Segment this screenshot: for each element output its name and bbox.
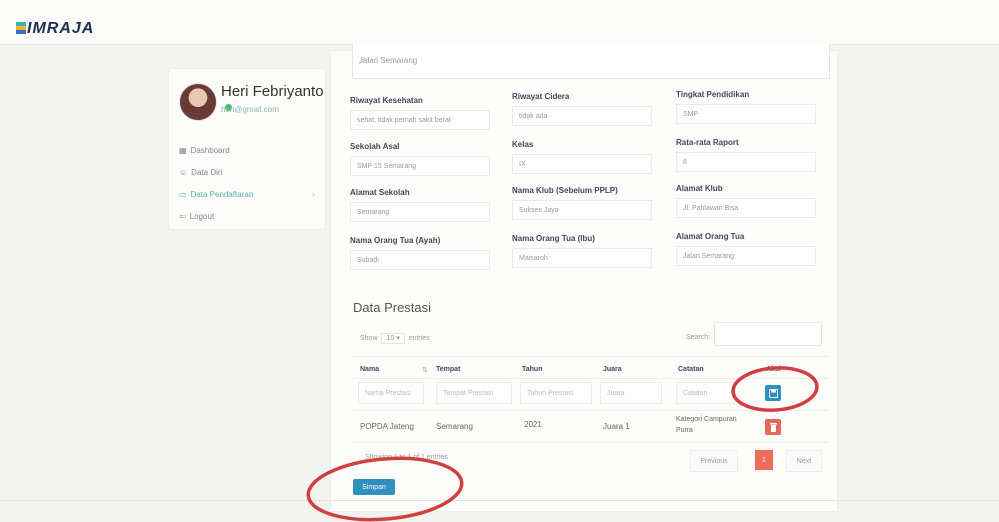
save-icon xyxy=(768,388,778,398)
sidebar-item-logout[interactable]: ⇦ Logout xyxy=(179,205,315,227)
label-alamat-klub: Alamat Klub xyxy=(676,184,723,193)
page-1-button[interactable]: 1 xyxy=(755,450,773,470)
input-nama-prestasi[interactable]: Nama Prestasi xyxy=(358,382,424,404)
logo-text: IMRAJA xyxy=(27,20,95,37)
avatar xyxy=(179,83,217,121)
col-header-juara[interactable]: Juara xyxy=(603,366,622,373)
logo-mark-icon xyxy=(16,22,26,34)
footer-divider xyxy=(0,500,999,501)
search-label: Search: xyxy=(686,334,711,341)
input-riwayat-cidera[interactable]: tidak ada xyxy=(512,106,652,126)
address-textarea[interactable]: Jalan Semarang ⟋ xyxy=(352,44,830,79)
input-riwayat-kesehatan[interactable]: sehat, tidak pernah sakit berat xyxy=(350,110,490,130)
resize-handle-icon[interactable]: ⟋ xyxy=(359,56,825,76)
col-header-nama[interactable]: Nama xyxy=(360,366,379,373)
app-logo[interactable]: IMRAJA xyxy=(16,20,94,38)
show-entries: Show 10 ▾ entries xyxy=(360,333,430,344)
label-nama-ayah: Nama Orang Tua (Ayah) xyxy=(350,236,441,245)
section-title-prestasi: Data Prestasi xyxy=(353,300,432,315)
input-alamat-klub[interactable]: Jl. Pahlawan Bisa xyxy=(676,198,816,218)
input-nama-ayah[interactable]: Subadi xyxy=(350,250,490,270)
sort-icon[interactable]: ⇅ xyxy=(422,366,428,374)
simpan-button[interactable]: Simpan xyxy=(353,479,395,495)
input-juara[interactable]: Juara xyxy=(600,382,662,404)
col-header-catatan[interactable]: Catatan xyxy=(678,366,704,373)
col-header-aksi: Aksi xyxy=(766,366,781,373)
sidebar-menu: ▦ Dashboard ☺ Data Diri ▭ Data Pendaftaran ›… xyxy=(179,139,315,227)
sidebar-item-data-pendaftaran[interactable]: ▭ Data Pendaftaran › xyxy=(179,183,315,205)
table-top-border xyxy=(352,356,828,357)
input-tingkat-pendidikan[interactable]: SMP xyxy=(676,104,816,124)
input-sekolah-asal[interactable]: SMP 15 Semarang xyxy=(350,156,490,176)
input-rata-rata-raport[interactable]: 8 xyxy=(676,152,816,172)
cell-tempat: Semarang xyxy=(436,422,473,431)
label-rata-rata-raport: Rata-rata Raport xyxy=(676,138,739,147)
showing-entries-text: Showing 1 to 1 of 1 entries xyxy=(365,454,448,461)
next-page-button[interactable]: Next xyxy=(786,450,822,472)
delete-prestasi-button[interactable] xyxy=(765,419,781,435)
folder-icon: ▭ xyxy=(179,189,187,199)
cell-juara: Juara 1 xyxy=(603,422,630,431)
label-nama-ibu: Nama Orang Tua (Ibu) xyxy=(512,234,595,243)
col-header-tahun[interactable]: Tahun xyxy=(522,366,542,373)
cell-nama: POPDA Jateng xyxy=(360,422,414,431)
cell-tahun: 2021 xyxy=(524,420,542,429)
label-nama-klub: Nama Klub (Sebelum PPLP) xyxy=(512,186,618,195)
user-icon: ☺ xyxy=(179,167,188,177)
sidebar: Heri Febriyanto heri@gmail.com ▦ Dashboar… xyxy=(168,68,326,230)
input-tempat-prestasi[interactable]: Tempat Prestasi xyxy=(436,382,512,404)
logout-icon: ⇦ xyxy=(179,211,186,221)
input-nama-ibu[interactable]: Maisaroh xyxy=(512,248,652,268)
label-riwayat-kesehatan: Riwayat Kesehatan xyxy=(350,96,423,105)
user-email: heri@gmail.com xyxy=(221,105,279,114)
label-riwayat-cidera: Riwayat Cidera xyxy=(512,92,570,101)
previous-page-button[interactable]: Previous xyxy=(690,450,738,472)
chevron-right-icon: › xyxy=(312,189,315,199)
label-alamat-orang-tua: Alamat Orang Tua xyxy=(676,232,745,241)
sidebar-item-data-diri[interactable]: ☺ Data Diri xyxy=(179,161,315,183)
table-bottom-border xyxy=(352,442,828,443)
entries-select[interactable]: 10 ▾ xyxy=(381,333,405,344)
sidebar-item-dashboard[interactable]: ▦ Dashboard xyxy=(179,139,315,161)
search-input[interactable] xyxy=(714,322,822,346)
trash-icon xyxy=(769,422,777,432)
input-kelas[interactable]: IX xyxy=(512,154,652,174)
input-nama-klub[interactable]: Sukses Jaya xyxy=(512,200,652,220)
input-alamat-sekolah[interactable]: Semarang xyxy=(350,202,490,222)
input-alamat-orang-tua[interactable]: Jalan Semarang xyxy=(676,246,816,266)
label-tingkat-pendidikan: Tingkat Pendidikan xyxy=(676,90,750,99)
header-divider xyxy=(352,378,828,379)
chevron-down-icon: ▾ xyxy=(396,335,400,342)
row-divider xyxy=(352,410,828,411)
col-header-tempat[interactable]: Tempat xyxy=(436,366,460,373)
label-sekolah-asal: Sekolah Asal xyxy=(350,142,400,151)
add-prestasi-button[interactable] xyxy=(765,385,781,401)
cell-catatan: Kategori Campuran Putra xyxy=(676,416,737,434)
input-tahun-prestasi[interactable]: Tahun Prestasi xyxy=(520,382,592,404)
label-kelas: Kelas xyxy=(512,140,534,149)
label-alamat-sekolah: Alamat Sekolah xyxy=(350,188,410,197)
top-bar: IMRAJA xyxy=(0,0,999,45)
grid-icon: ▦ xyxy=(179,145,187,155)
input-catatan[interactable]: Catatan xyxy=(676,382,736,404)
